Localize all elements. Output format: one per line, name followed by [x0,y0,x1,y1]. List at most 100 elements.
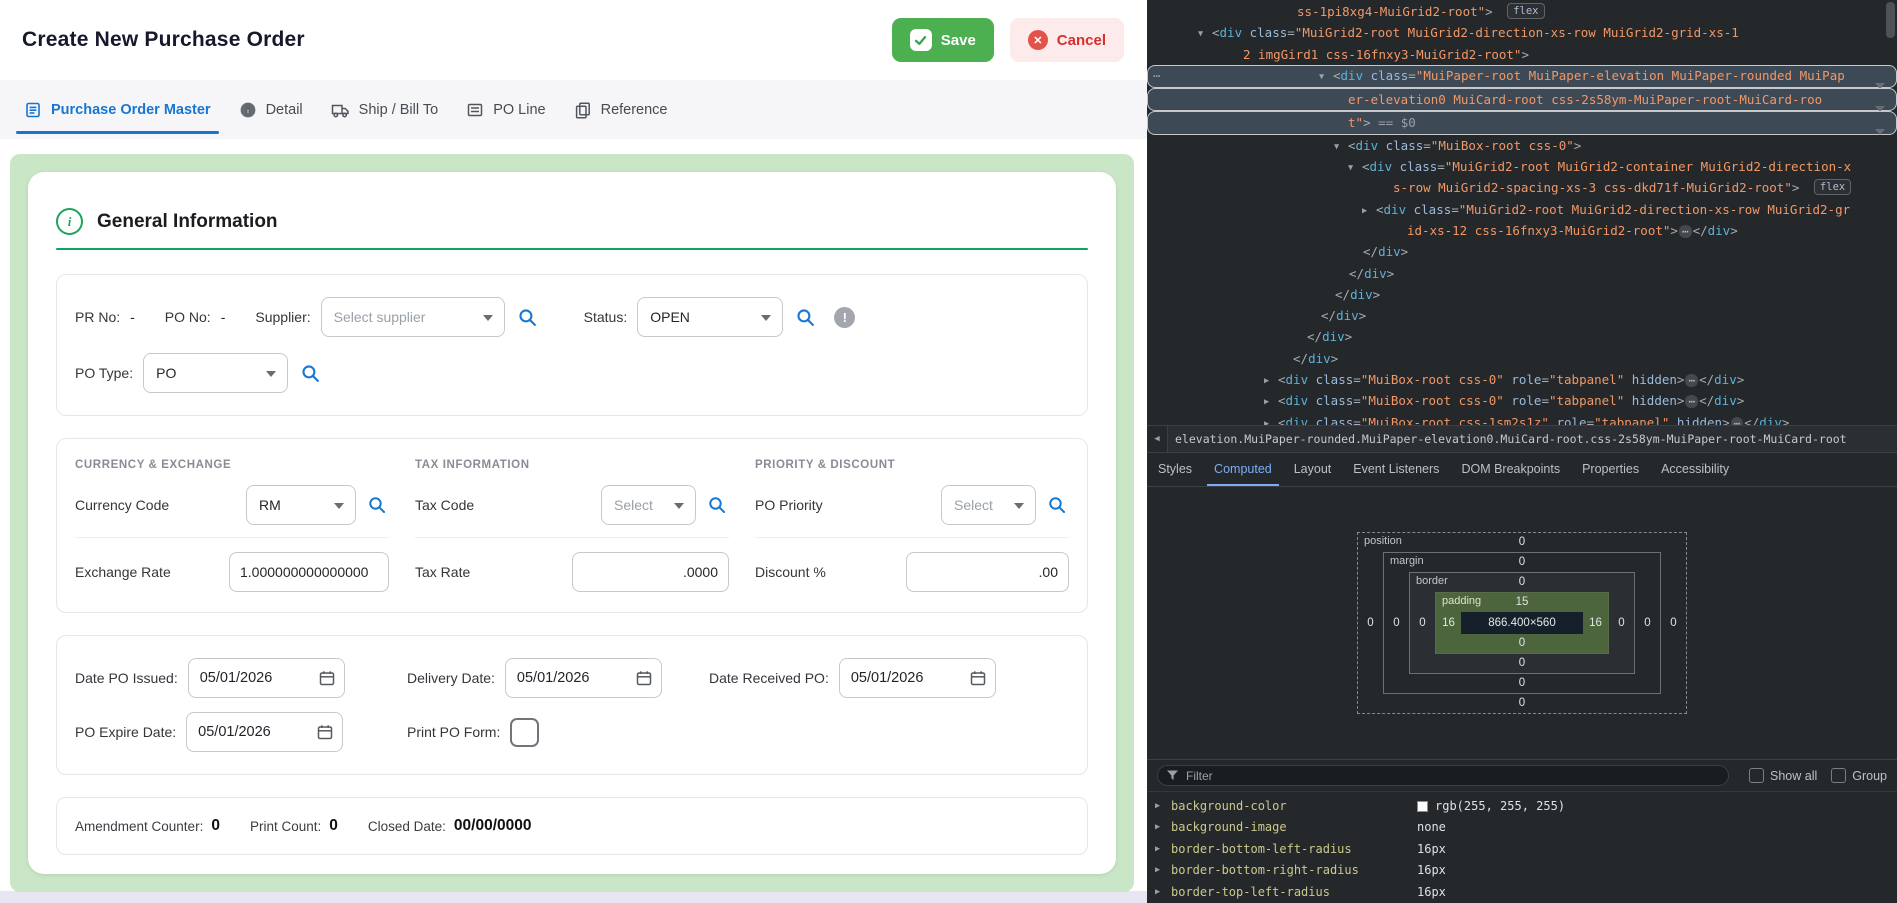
collapse-arrow-icon[interactable]: ▶ [1264,414,1278,426]
dom-node-line[interactable]: t"> == $0 [1147,111,1897,134]
expand-arrow-icon[interactable]: ▼ [1319,67,1333,88]
save-button[interactable]: Save [892,18,994,62]
expand-arrow-icon[interactable]: ▶ [1155,817,1160,838]
margin-right-value[interactable]: 0 [1635,572,1660,674]
status-select[interactable]: OPEN [637,297,783,337]
border-bottom-value[interactable]: 0 [1410,654,1634,673]
tax-search-button[interactable] [705,493,729,517]
padding-right-value[interactable]: 16 [1583,612,1608,634]
tab-reference[interactable]: Reference [560,80,682,139]
dom-node-line[interactable]: </div> [1147,241,1897,262]
tab-event-listeners[interactable]: Event Listeners [1342,453,1450,486]
dom-node-line[interactable]: s-row MuiGrid2-spacing-xs-3 css-dkd71f-M… [1147,177,1897,198]
computed-property-row[interactable]: ▶ background-image none [1147,817,1897,838]
expand-arrow-icon[interactable]: ▶ [1155,839,1160,860]
padding-bottom-value[interactable]: 0 [1436,634,1608,653]
position-left-value[interactable]: 0 [1358,552,1383,694]
dom-node-line[interactable]: ▶<div class="MuiBox-root css-1sm2s1z" ro… [1147,412,1897,426]
collapse-arrow-icon[interactable]: ▶ [1362,201,1376,222]
po-type-select[interactable]: PO [143,353,288,393]
dom-node-line[interactable]: ▶<div class="MuiGrid2-root MuiGrid2-dire… [1147,199,1897,220]
computed-property-row[interactable]: ▶ border-bottom-left-radius 16px [1147,839,1897,860]
position-top-value[interactable]: 0 [1358,533,1686,552]
expand-arrow-icon[interactable]: ▼ [1348,158,1362,179]
position-bottom-value[interactable]: 0 [1358,694,1686,713]
tab-dom-breakpoints[interactable]: DOM Breakpoints [1450,453,1571,486]
border-left-value[interactable]: 0 [1410,592,1435,654]
tab-ship-bill-to[interactable]: Ship / Bill To [317,80,453,139]
supplier-search-button[interactable] [515,305,540,330]
breadcrumb-scroll-left-icon[interactable]: ◀ [1147,426,1168,452]
breadcrumb[interactable]: elevation.MuiPaper-rounded.MuiPaper-elev… [1168,432,1847,446]
priority-search-button[interactable] [1045,493,1069,517]
computed-property-row[interactable]: ▶ background-color rgb(255, 255, 255) [1147,796,1897,817]
tax-rate-input[interactable] [572,552,729,592]
dom-node-line[interactable]: ▼<div class="MuiBox-root css-0"> [1147,135,1897,156]
margin-left-value[interactable]: 0 [1384,572,1409,674]
currency-search-button[interactable] [365,493,389,517]
dom-node-line[interactable]: ss-1pi8xg4-MuiGrid2-root"> flex [1147,1,1897,22]
position-right-value[interactable]: 0 [1661,552,1686,694]
print-po-form-checkbox[interactable] [510,718,539,747]
expand-arrow-icon[interactable]: ▼ [1334,137,1348,158]
calendar-icon[interactable] [969,669,987,692]
dom-node-line[interactable]: ▼<div class="MuiGrid2-root MuiGrid2-cont… [1147,156,1897,177]
tab-purchase-order-master[interactable]: Purchase Order Master [10,80,225,139]
dom-node-line[interactable]: ▼<div class="MuiGrid2-root MuiGrid2-dire… [1147,22,1897,43]
dom-node-line[interactable]: </div> [1147,305,1897,326]
dom-node-line[interactable]: ▶<div class="MuiBox-root css-0" role="ta… [1147,390,1897,411]
tab-styles[interactable]: Styles [1147,453,1203,486]
collapse-arrow-icon[interactable]: ▶ [1264,392,1278,413]
dom-node-line[interactable]: </div> [1147,263,1897,284]
dom-node-line[interactable]: id-xs-12 css-16fnxy3-MuiGrid2-root">⋯</d… [1147,220,1897,241]
cancel-button[interactable]: ✕ Cancel [1010,18,1124,62]
supplier-label: Supplier: [255,309,310,325]
tab-accessibility[interactable]: Accessibility [1650,453,1740,486]
calendar-icon[interactable] [635,669,653,692]
tax-code-select[interactable]: Select [601,485,696,525]
content-size[interactable]: 866.400×560 [1461,612,1583,634]
discount-input[interactable] [906,552,1069,592]
tab-po-line[interactable]: PO Line [452,80,559,139]
tab-label: Ship / Bill To [359,102,439,118]
supplier-select[interactable]: Select supplier [321,297,505,337]
expand-arrow-icon[interactable]: ▼ [1198,24,1212,45]
po-type-search-button[interactable] [298,361,323,386]
dom-node-line[interactable]: er-elevation0 MuiCard-root css-2s58ym-Mu… [1147,88,1897,111]
padding-left-value[interactable]: 16 [1436,612,1461,634]
margin-top-value[interactable]: 0 [1384,553,1660,572]
dom-node-line[interactable]: ▶<div class="MuiBox-root css-0" role="ta… [1147,369,1897,390]
supplier-placeholder: Select supplier [334,309,426,325]
margin-bottom-value[interactable]: 0 [1384,674,1660,693]
collapse-arrow-icon[interactable]: ▶ [1264,371,1278,392]
margin-label: margin [1390,555,1424,567]
expand-arrow-icon[interactable]: ▶ [1155,796,1160,817]
dom-node-line[interactable]: </div> [1147,326,1897,347]
dom-node-line[interactable]: </div> [1147,348,1897,369]
computed-property-row[interactable]: ▶ border-top-left-radius 16px [1147,882,1897,903]
tab-detail[interactable]: Detail [225,80,317,139]
filter-input[interactable] [1184,768,1719,784]
print-po-form-label: Print PO Form: [407,724,500,740]
tab-layout[interactable]: Layout [1283,453,1343,486]
show-all-checkbox[interactable] [1749,768,1764,783]
dom-node-line[interactable]: ⋯▼<div class="MuiPaper-root MuiPaper-ele… [1147,65,1897,88]
calendar-icon[interactable] [316,723,334,746]
dom-node-line[interactable]: </div> [1147,284,1897,305]
computed-properties-list: ▶ background-color rgb(255, 255, 255) ▶ … [1147,792,1897,903]
dom-node-line[interactable]: 2 imgGird1 css-16fnxy3-MuiGrid2-root"> [1147,44,1897,65]
expand-arrow-icon[interactable]: ▶ [1155,882,1160,903]
currency-code-select[interactable]: RM [246,485,356,525]
computed-property-row[interactable]: ▶ border-bottom-right-radius 16px [1147,860,1897,881]
tab-computed[interactable]: Computed [1203,453,1283,486]
expand-arrow-icon[interactable]: ▶ [1155,860,1160,881]
tab-label: Purchase Order Master [51,102,211,118]
info-circle-icon: i [56,208,83,235]
border-right-value[interactable]: 0 [1609,592,1634,654]
status-search-button[interactable] [793,305,818,330]
exchange-rate-input[interactable] [229,552,389,592]
tab-properties[interactable]: Properties [1571,453,1650,486]
po-priority-select[interactable]: Select [941,485,1036,525]
group-checkbox[interactable] [1831,768,1846,783]
calendar-icon[interactable] [318,669,336,692]
